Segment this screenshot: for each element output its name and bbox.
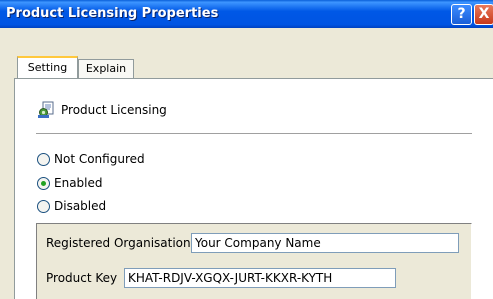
tab-setting[interactable]: Setting <box>17 56 78 78</box>
org-label: Registered Organisation <box>46 236 191 250</box>
radio-label: Not Configured <box>54 152 145 166</box>
window-title: Product Licensing Properties <box>6 6 219 21</box>
product-key-field[interactable]: KHAT-RDJV-XGQX-JURT-KKXR-KYTH <box>124 268 396 288</box>
org-field[interactable]: Your Company Name <box>191 233 459 253</box>
policy-gear-icon <box>38 101 54 118</box>
options-group: Registered Organisation Your Company Nam… <box>36 223 472 299</box>
radio-selected-dot <box>41 181 46 186</box>
help-button[interactable]: ? <box>451 4 472 25</box>
policy-name: Product Licensing <box>61 103 167 117</box>
separator <box>36 133 472 134</box>
radio-label: Enabled <box>54 176 103 190</box>
radio-label: Disabled <box>54 199 107 213</box>
radio-circle[interactable] <box>37 153 50 166</box>
key-label: Product Key <box>46 271 118 285</box>
tab-explain[interactable]: Explain <box>78 59 134 78</box>
properties-dialog: Product Licensing Properties ? X Setting… <box>0 0 493 299</box>
close-button[interactable]: X <box>474 4 493 25</box>
radio-circle[interactable] <box>37 200 50 213</box>
radio-circle[interactable] <box>37 177 50 190</box>
title-bar[interactable]: Product Licensing Properties ? X <box>0 0 493 28</box>
